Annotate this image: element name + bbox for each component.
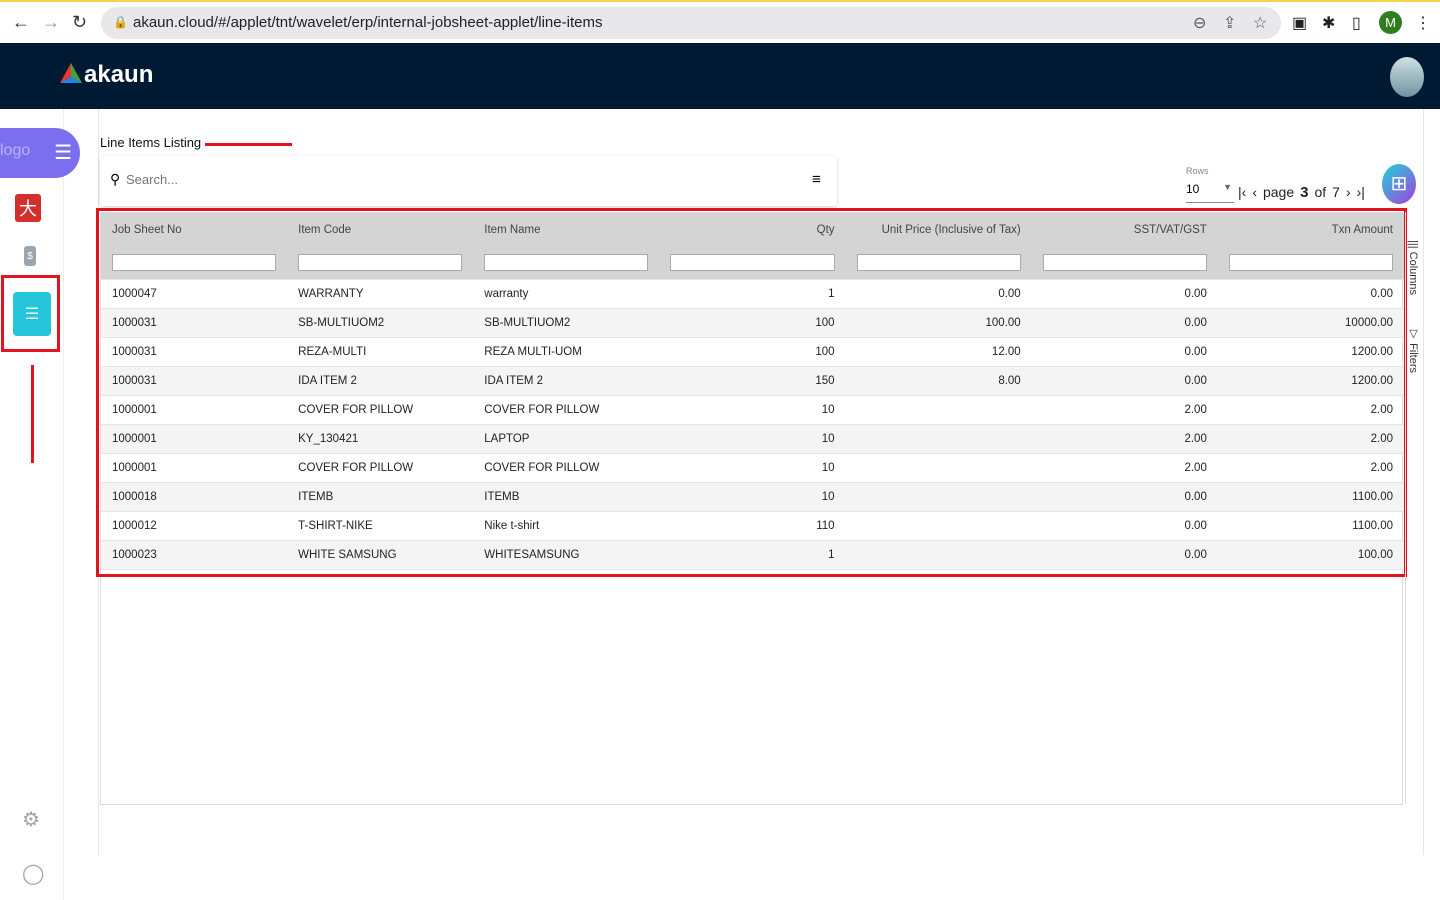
annotation-table-highlight — [96, 208, 1407, 577]
search-input[interactable] — [126, 172, 776, 187]
sidebar-item-app-icon[interactable]: 大 — [15, 194, 41, 222]
settings-gear-icon[interactable]: ⚙ — [22, 807, 40, 832]
brand-logo[interactable]: akaun — [60, 61, 153, 89]
back-icon[interactable]: ← — [12, 12, 30, 33]
rows-label: Rows — [1186, 166, 1209, 176]
sidebar-item-billing-icon[interactable]: $ — [24, 246, 36, 266]
lock-icon: 🔒 — [113, 15, 128, 29]
user-profile-icon[interactable]: ◯ — [22, 861, 44, 886]
search-icon: ⚲ — [110, 171, 121, 187]
columns-icon: ||| — [1407, 240, 1419, 249]
profile-avatar[interactable]: M — [1379, 11, 1402, 34]
rows-value: 10 — [1186, 182, 1200, 196]
url-text: akaun.cloud/#/applet/tnt/wavelet/erp/int… — [133, 14, 603, 31]
last-page-icon[interactable]: ›| — [1357, 184, 1365, 200]
columns-tab[interactable]: ||| Columns — [1407, 240, 1419, 295]
annotation-arrow-up — [31, 365, 34, 463]
current-page: 3 — [1300, 184, 1309, 201]
columns-label: Columns — [1407, 251, 1419, 296]
kebab-menu-icon[interactable]: ⋮ — [1415, 13, 1431, 33]
akaun-logo-icon — [60, 63, 82, 83]
filter-icon[interactable]: ≡ — [812, 171, 821, 188]
tool-panel: ||| Columns ▽ Filters — [1405, 212, 1423, 804]
star-icon[interactable]: ☆ — [1253, 13, 1267, 33]
browser-toolbar: ← → ↻ 🔒 akaun.cloud/#/applet/tnt/wavelet… — [0, 0, 1440, 43]
dropdown-caret-icon: ▼ — [1223, 182, 1232, 192]
filters-label: Filters — [1407, 343, 1419, 374]
rows-per-page-select[interactable]: 10 ▼ — [1186, 182, 1234, 203]
annotation-arrow-left — [205, 143, 292, 146]
sidebar-logo-toggle[interactable]: logo ☰ — [0, 128, 80, 178]
extension-icon[interactable]: ▣ — [1292, 13, 1307, 33]
puzzle-icon[interactable]: ✱ — [1322, 13, 1335, 33]
logo-alt-text: logo — [0, 142, 31, 159]
filters-tab[interactable]: ▽ Filters — [1407, 327, 1420, 373]
brand-name: akaun — [84, 61, 154, 88]
zoom-icon[interactable]: ⊖ — [1193, 13, 1206, 33]
reload-icon[interactable]: ↻ — [72, 12, 87, 33]
pagination: |‹ ‹ page 3 of 7 › ›| — [1238, 184, 1365, 201]
of-label: of — [1314, 184, 1327, 200]
grid-icon: ⊞ — [1390, 173, 1408, 195]
first-page-icon[interactable]: |‹ — [1238, 184, 1246, 200]
menu-collapse-icon[interactable]: ☰ — [54, 140, 72, 165]
app-header: akaun — [0, 43, 1440, 109]
grid-view-button[interactable]: ⊞ — [1382, 164, 1416, 204]
sidepanel-icon[interactable]: ▯ — [1352, 13, 1361, 33]
sidebar: logo ☰ 大 $ ☰ ⚙ ◯ — [0, 109, 80, 900]
annotation-highlight-box — [1, 275, 60, 352]
user-avatar[interactable] — [1390, 57, 1424, 97]
page-label: page — [1262, 184, 1295, 200]
forward-icon[interactable]: → — [42, 12, 60, 33]
share-icon[interactable]: ⇪ — [1223, 13, 1236, 33]
total-pages: 7 — [1332, 184, 1340, 200]
page-title: Line Items Listing — [100, 135, 202, 150]
next-page-icon[interactable]: › — [1346, 184, 1351, 200]
prev-page-icon[interactable]: ‹ — [1252, 184, 1257, 200]
funnel-icon: ▽ — [1407, 327, 1419, 340]
address-bar[interactable]: 🔒 akaun.cloud/#/applet/tnt/wavelet/erp/i… — [101, 7, 1281, 39]
search-bar: ⚲ ≡ — [100, 156, 837, 206]
